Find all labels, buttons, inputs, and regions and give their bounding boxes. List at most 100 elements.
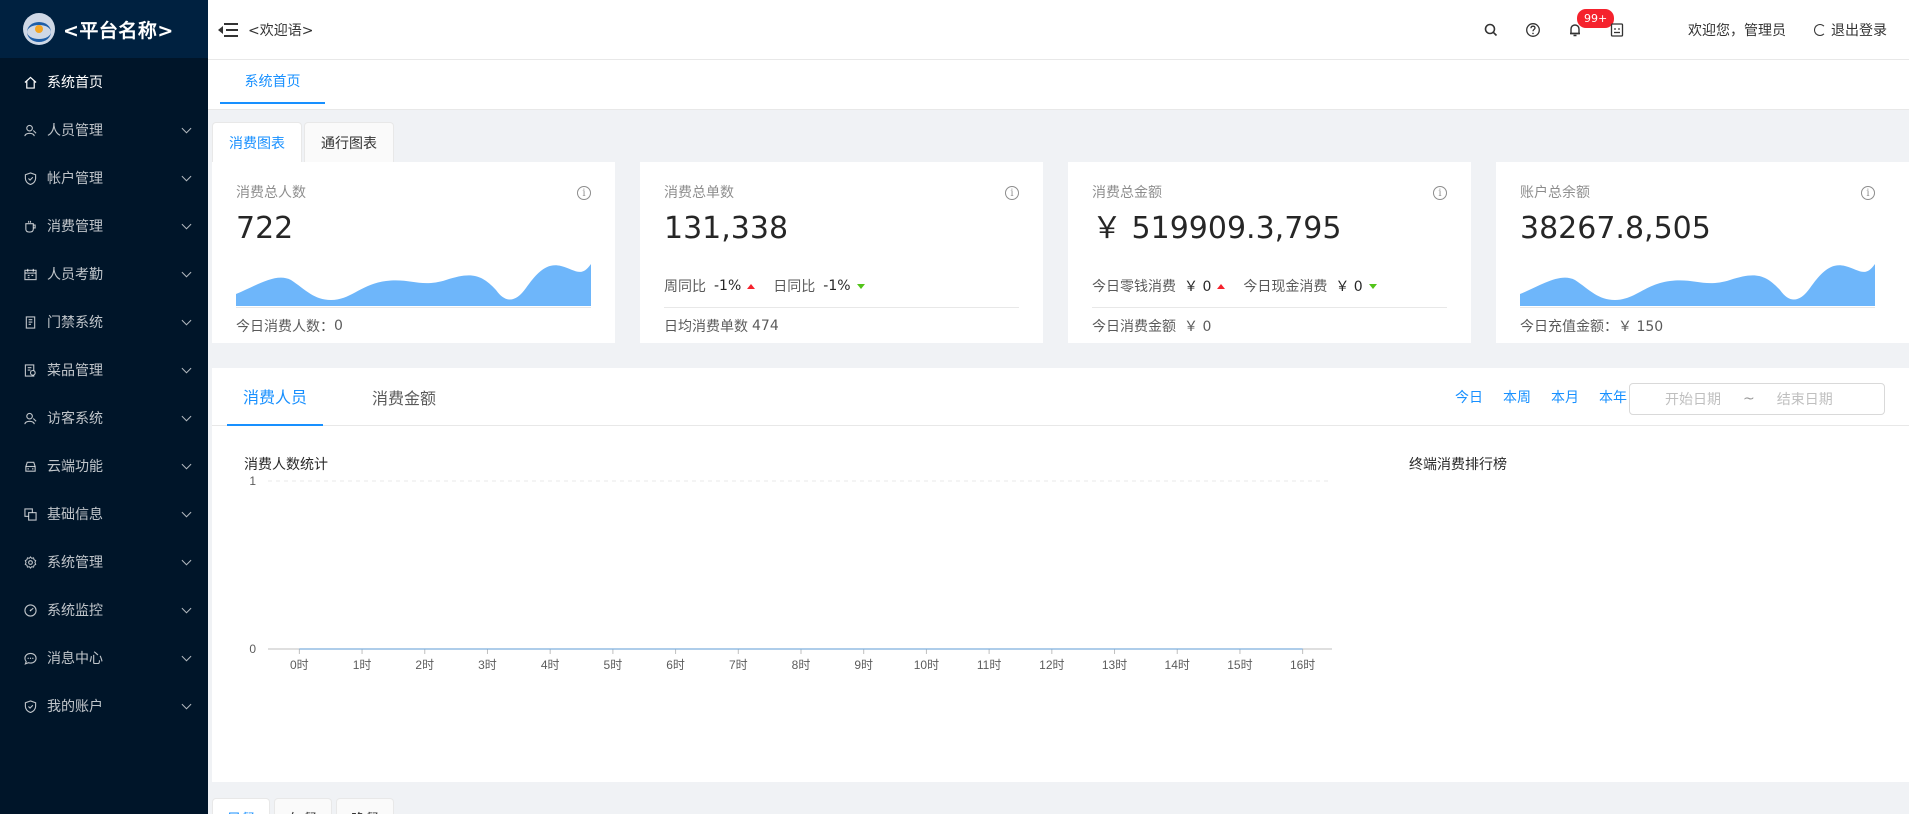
stat-value: 131,338 [664, 211, 789, 246]
sidebar-item-attendance[interactable]: 人员考勤 [0, 250, 208, 298]
stat-footer-value: ￥ 150 [1618, 318, 1664, 335]
sidebar-item-my-account[interactable]: 我的账户 [0, 682, 208, 730]
sidebar-item-cloud[interactable]: 云端功能 [0, 442, 208, 490]
stat-footer: 今日消费人数： 0 [236, 307, 591, 343]
tab-consumption-amount[interactable]: 消费金额 [372, 368, 436, 426]
stat-value: 722 [236, 211, 294, 246]
change-label: 今日零钱消费 [1092, 279, 1176, 295]
mini-area-chart [1520, 264, 1875, 306]
stat-footer: 今日消费金额 ￥ 0 [1092, 307, 1447, 343]
robot-icon[interactable] [1596, 0, 1638, 60]
sidebar-item-system[interactable]: 系统管理 [0, 538, 208, 586]
info-icon[interactable]: i [1005, 186, 1019, 200]
logo-icon [23, 13, 55, 45]
tab-consumers[interactable]: 消费人员 [227, 368, 323, 426]
x-tick-label: 10时 [914, 658, 939, 672]
stat-title: 账户总余额 [1520, 185, 1590, 201]
sidebar-item-consumption[interactable]: 消费管理 [0, 202, 208, 250]
stat-footer-label: 今日充值金额： [1520, 318, 1618, 335]
start-date-input[interactable]: 开始日期 [1665, 389, 1721, 409]
stat-title: 消费总金额 [1092, 185, 1162, 201]
top-header: <欢迎语> 99+ 欢迎您，管理员 退出登录 [208, 0, 1909, 60]
message-icon [23, 651, 37, 665]
consumption-panel: 消费人员 消费金额 今日 本周 本月 本年 开始日期 ~ 结束日期 消费人数统计… [212, 368, 1909, 782]
x-tick-label: 16时 [1290, 658, 1315, 672]
user-icon [23, 123, 37, 137]
sidebar-item-access-control[interactable]: 门禁系统 [0, 298, 208, 346]
tab-access-chart[interactable]: 通行图表 [304, 122, 394, 162]
tab-lunch[interactable]: 午餐 [274, 798, 332, 814]
x-tick-label: 8时 [792, 658, 811, 672]
logo-area[interactable]: <平台名称> [0, 0, 208, 58]
consumer-line-chart: 010时 1时 2时 3时 4时 5时 6时 7时 8时 9时 10时 11时 12时 13时 14时 15时… [249, 474, 1332, 672]
sidebar-item-accounts[interactable]: 帐户管理 [0, 154, 208, 202]
help-icon[interactable] [1512, 0, 1554, 60]
welcome-text: <欢迎语> [248, 22, 314, 39]
stat-footer-value: 474 [752, 317, 779, 334]
x-tick-label: 0时 [290, 658, 309, 672]
info-icon[interactable]: i [1433, 186, 1447, 200]
caret-down-icon [856, 283, 865, 289]
stat-footer-label: 今日消费金额 [1092, 318, 1176, 335]
chevron-down-icon [181, 171, 192, 182]
cash-consumption: 今日现金消费 ￥ 0 [1243, 276, 1377, 296]
gear-icon [23, 555, 37, 569]
sidebar-item-home[interactable]: 系统首页 [0, 58, 208, 106]
chevron-down-icon [181, 123, 192, 134]
tab-breakfast[interactable]: 早餐 [212, 798, 270, 814]
logout-button[interactable]: 退出登录 [1814, 20, 1887, 40]
tab-home[interactable]: 系统首页 [220, 60, 325, 104]
chevron-down-icon [181, 459, 192, 470]
sidebar-item-label: 基础信息 [47, 507, 103, 523]
date-range-picker[interactable]: 开始日期 ~ 结束日期 [1629, 383, 1885, 415]
info-icon[interactable]: i [577, 186, 591, 200]
user-greeting[interactable]: 欢迎您，管理员 [1688, 20, 1786, 40]
sidebar-item-label: 系统首页 [47, 75, 103, 91]
sidebar-item-personnel[interactable]: 人员管理 [0, 106, 208, 154]
visitor-icon [23, 411, 37, 425]
stat-card-people: 消费总人数 i 722 今日消费人数： 0 [212, 162, 615, 343]
cash-value: ￥ 0 [1335, 279, 1363, 295]
page-tab-bar: 系统首页 [208, 60, 1909, 110]
notification-bell[interactable]: 99+ [1554, 0, 1616, 60]
range-year[interactable]: 本年 [1599, 387, 1627, 407]
x-tick-label: 3时 [478, 658, 497, 672]
platform-name: <平台名称> [63, 19, 174, 42]
chevron-down-icon [181, 555, 192, 566]
chevron-down-icon [181, 699, 192, 710]
sidebar-item-basic-info[interactable]: 基础信息 [0, 490, 208, 538]
x-tick-label: 7时 [729, 658, 748, 672]
day-compare: 日同比 -1% [773, 276, 865, 296]
sidebar-item-label: 云端功能 [47, 459, 103, 475]
tab-dinner[interactable]: 晚餐 [336, 798, 394, 814]
search-icon[interactable] [1470, 0, 1512, 60]
range-month[interactable]: 本月 [1551, 387, 1579, 407]
x-tick-label: 15时 [1227, 658, 1252, 672]
dish-icon [23, 363, 37, 377]
x-tick-label: 13时 [1102, 658, 1127, 672]
sidebar-item-visitors[interactable]: 访客系统 [0, 394, 208, 442]
week-compare: 周同比 -1% [664, 276, 756, 296]
x-tick-label: 14时 [1165, 658, 1190, 672]
stat-footer-value: 0 [334, 317, 343, 334]
sidebar-item-monitor[interactable]: 系统监控 [0, 586, 208, 634]
sidebar: <平台名称> 系统首页 人员管理 帐户管理 消费管理 人员考勤 门禁系统 菜品管… [0, 0, 208, 814]
range-today[interactable]: 今日 [1455, 387, 1483, 407]
x-tick-label: 2时 [415, 658, 434, 672]
stat-card-orders: 消费总单数 i 131,338 周同比 -1% 日同比 -1% 日均消费单数 4… [640, 162, 1043, 343]
chevron-down-icon [181, 363, 192, 374]
ranking-title: 终端消费排行榜 [1409, 457, 1507, 473]
range-week[interactable]: 本周 [1503, 387, 1531, 407]
menu-fold-icon[interactable] [218, 21, 240, 39]
chevron-down-icon [181, 651, 192, 662]
sidebar-item-dishes[interactable]: 菜品管理 [0, 346, 208, 394]
stat-title: 消费总单数 [664, 185, 734, 201]
date-separator: ~ [1743, 391, 1755, 407]
home-icon [23, 75, 37, 89]
panel-header: 消费人员 消费金额 今日 本周 本月 本年 开始日期 ~ 结束日期 [212, 368, 1909, 426]
end-date-input[interactable]: 结束日期 [1777, 389, 1833, 409]
tab-consumption-chart[interactable]: 消费图表 [212, 122, 302, 162]
sidebar-item-messages[interactable]: 消息中心 [0, 634, 208, 682]
stat-footer-label: 日均消费单数 [664, 318, 748, 335]
info-icon[interactable]: i [1861, 186, 1875, 200]
